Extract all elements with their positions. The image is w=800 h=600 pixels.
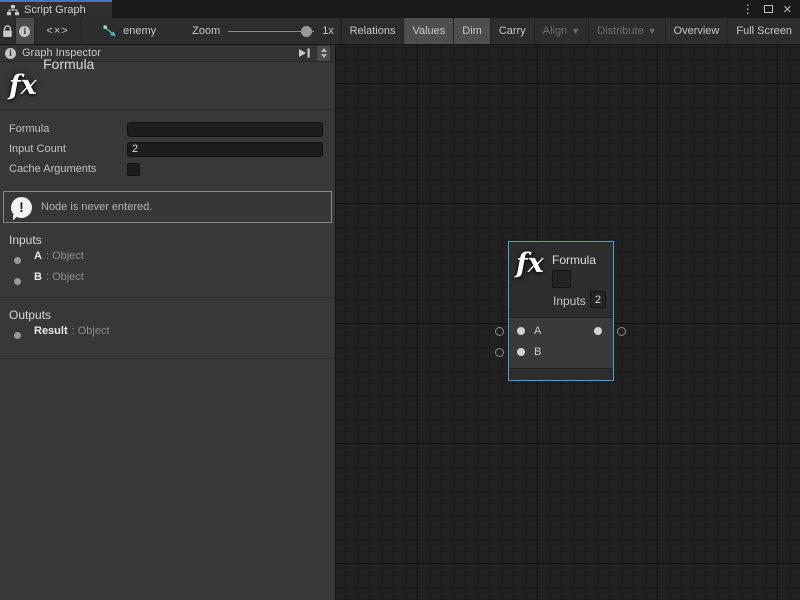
zoom-slider[interactable] — [228, 18, 314, 45]
fx-icon: fx — [516, 248, 544, 279]
panel-spinner[interactable] — [317, 46, 330, 61]
input-count-input[interactable] — [127, 142, 323, 157]
result-output-port[interactable] — [594, 327, 602, 335]
graph-name-label: enemy — [123, 25, 156, 37]
inspect-toggle-button[interactable]: i — [16, 18, 35, 44]
chevron-up-icon — [321, 45, 327, 52]
formula-input[interactable] — [127, 122, 323, 137]
chevron-down-icon: ▼ — [571, 26, 580, 36]
zoom-value: 1x — [322, 25, 334, 37]
kebab-menu-icon[interactable]: ⋮ — [742, 3, 754, 15]
distribute-dropdown: Distribute ▼ — [588, 18, 664, 44]
inputs-section-header: Inputs — [0, 223, 335, 250]
port-connector-circle[interactable] — [495, 327, 504, 336]
relations-toggle[interactable]: Relations — [341, 18, 404, 44]
code-icon: <×> — [46, 25, 68, 37]
output-port-item: Result : Object — [0, 325, 335, 346]
formula-node[interactable]: fx Formula Inputs 2 A B — [508, 241, 614, 381]
window-controls: ⋮ ✕ — [742, 0, 800, 18]
node-fields: Formula Input Count Cache Arguments — [0, 110, 335, 179]
overview-button[interactable]: Overview — [665, 18, 728, 44]
script-graph-window: Script Graph ⋮ ✕ i <×> enemy — [0, 0, 800, 600]
formula-node-inputs-label: Inputs — [553, 294, 586, 308]
port-connector-circle[interactable] — [495, 348, 504, 357]
dim-toggle[interactable]: Dim — [453, 18, 490, 44]
align-dropdown: Align ▼ — [534, 18, 588, 44]
cache-arguments-label: Cache Arguments — [9, 163, 127, 175]
zoom-control: Zoom 1x — [192, 18, 334, 44]
cache-arguments-checkbox[interactable] — [127, 163, 140, 176]
formula-node-formula-input[interactable] — [552, 270, 571, 288]
carry-toggle[interactable]: Carry — [490, 18, 534, 44]
graph-pointer-icon — [103, 25, 117, 37]
cache-arguments-row: Cache Arguments — [9, 159, 326, 179]
input-port-a[interactable] — [517, 327, 525, 335]
formula-node-title: Formula — [552, 253, 596, 267]
graph-icon — [7, 5, 19, 16]
outputs-section-header: Outputs — [0, 298, 335, 325]
section-divider — [0, 358, 335, 359]
input-count-label: Input Count — [9, 143, 127, 155]
chevron-down-icon: ▼ — [648, 26, 657, 36]
port-a-label: A — [534, 325, 541, 337]
close-icon[interactable]: ✕ — [783, 3, 792, 16]
dock-panel-icon[interactable] — [298, 48, 311, 58]
full-screen-button[interactable]: Full Screen — [727, 18, 800, 44]
input-port-item: A : Object — [0, 250, 335, 271]
graph-inspector-panel: i Graph Inspector fx Formula Formula Inp… — [0, 45, 336, 600]
node-title-section: fx Formula — [0, 62, 335, 110]
tab-script-graph[interactable]: Script Graph — [0, 0, 112, 18]
inspected-node-title: Formula — [43, 56, 94, 72]
port-dot-icon — [14, 278, 21, 285]
info-icon: i — [5, 48, 16, 59]
port-dot-icon — [14, 257, 21, 264]
chevron-down-icon — [321, 54, 327, 61]
graph-canvas[interactable]: fx Formula Inputs 2 A B — [336, 45, 800, 600]
formula-node-footer — [509, 368, 613, 380]
fx-icon: fx — [9, 70, 37, 101]
values-toggle[interactable]: Values — [403, 18, 453, 44]
lock-icon — [2, 25, 13, 38]
toolbar-toggle-group: Relations Values Dim Carry Align ▼ Distr… — [341, 18, 800, 44]
graph-breadcrumb[interactable]: enemy — [103, 18, 156, 44]
port-b-label: B — [534, 346, 541, 358]
graph-toolbar: i <×> enemy Zoom 1x Relations — [0, 18, 800, 45]
tab-title: Script Graph — [24, 4, 86, 16]
warning-banner: ! Node is never entered. — [3, 191, 332, 223]
zoom-label: Zoom — [192, 25, 220, 37]
formula-field-label: Formula — [9, 123, 127, 135]
port-dot-icon — [14, 332, 21, 339]
info-icon: i — [19, 26, 30, 37]
input-count-field-row: Input Count — [9, 139, 326, 159]
input-port-item: B : Object — [0, 271, 335, 292]
formula-field-row: Formula — [9, 119, 326, 139]
formula-node-input-count[interactable]: 2 — [590, 291, 606, 308]
zoom-slider-knob[interactable] — [301, 26, 312, 37]
warning-text: Node is never entered. — [41, 201, 152, 213]
maximize-icon[interactable] — [764, 5, 773, 13]
input-port-b[interactable] — [517, 348, 525, 356]
port-connector-circle[interactable] — [617, 327, 626, 336]
formula-node-header[interactable]: fx Formula Inputs 2 — [509, 242, 613, 318]
formula-node-ports: A B — [509, 318, 613, 368]
lock-button[interactable] — [0, 18, 16, 44]
tab-bar: Script Graph ⋮ ✕ — [0, 0, 800, 18]
warning-icon: ! — [11, 197, 32, 218]
code-preview-button[interactable]: <×> — [35, 18, 81, 44]
